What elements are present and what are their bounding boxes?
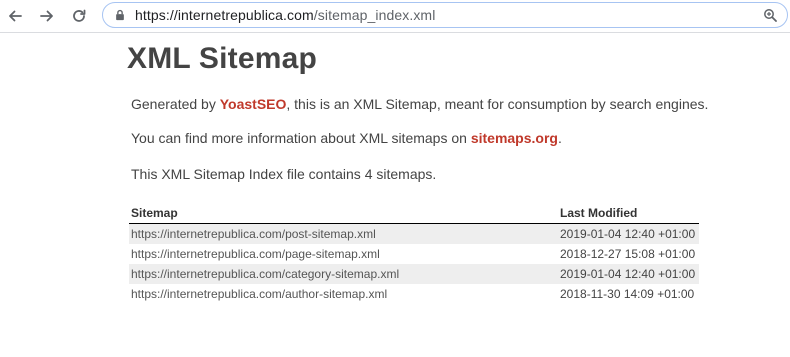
last-modified-column-header: Last Modified	[558, 203, 699, 224]
forward-arrow-icon	[40, 10, 53, 22]
address-bar[interactable]: https://internetrepublica.com/sitemap_in…	[102, 2, 788, 28]
sitemap-count-text: This XML Sitemap Index file contains 4 s…	[131, 166, 437, 182]
last-modified-cell: 2018-12-27 15:08 +01:00	[560, 247, 696, 261]
table-row: https://internetrepublica.com/post-sitem…	[129, 223, 699, 244]
url-host: https://internetrepublica.com	[135, 7, 314, 23]
lock-icon[interactable]	[113, 8, 127, 22]
last-modified-cell: 2018-11-30 14:09 +01:00	[560, 287, 695, 301]
reload-icon	[73, 9, 86, 22]
table-header-row: Sitemap Last Modified	[129, 203, 699, 224]
zoom-icon[interactable]	[763, 8, 777, 22]
p2-prefix: You can find more information about XML …	[131, 130, 471, 146]
yoastseo-link[interactable]: YoastSEO	[220, 96, 287, 112]
p1-prefix: Generated by	[131, 96, 220, 112]
table-row: https://internetrepublica.com/category-s…	[129, 264, 699, 284]
more-info-text: You can find more information about XML …	[131, 130, 562, 146]
p2-suffix: .	[557, 130, 562, 146]
last-modified-cell: 2019-01-04 12:40 +01:00	[558, 223, 699, 244]
sitemap-column-header: Sitemap	[129, 203, 558, 224]
p1-suffix: , this is an XML Sitemap, meant for cons…	[286, 96, 709, 112]
back-button[interactable]	[4, 5, 26, 27]
page-title: XML Sitemap	[127, 42, 318, 75]
sitemap-link[interactable]: https://internetrepublica.com/post-sitem…	[131, 227, 376, 241]
sitemap-link[interactable]: https://internetrepublica.com/author-sit…	[131, 287, 387, 301]
url-text[interactable]: https://internetrepublica.com/sitemap_in…	[135, 7, 435, 23]
reload-button[interactable]	[68, 5, 90, 27]
browser-toolbar: https://internetrepublica.com/sitemap_in…	[0, 0, 790, 33]
url-path: /sitemap_index.xml	[313, 7, 436, 23]
sitemap-link[interactable]: https://internetrepublica.com/category-s…	[131, 267, 399, 281]
table-row: https://internetrepublica.com/author-sit…	[129, 284, 699, 304]
forward-button[interactable]	[36, 5, 58, 27]
table-row: https://internetrepublica.com/page-sitem…	[129, 244, 699, 264]
sitemap-link[interactable]: https://internetrepublica.com/page-sitem…	[131, 247, 380, 261]
back-arrow-icon	[9, 10, 22, 22]
last-modified-cell: 2019-01-04 12:40 +01:00	[558, 264, 699, 284]
generated-by-text: Generated by YoastSEO, this is an XML Si…	[131, 96, 708, 112]
sitemap-table: Sitemap Last Modified https://internetre…	[129, 203, 699, 304]
sitemaps-org-link[interactable]: sitemaps.org	[471, 130, 558, 146]
